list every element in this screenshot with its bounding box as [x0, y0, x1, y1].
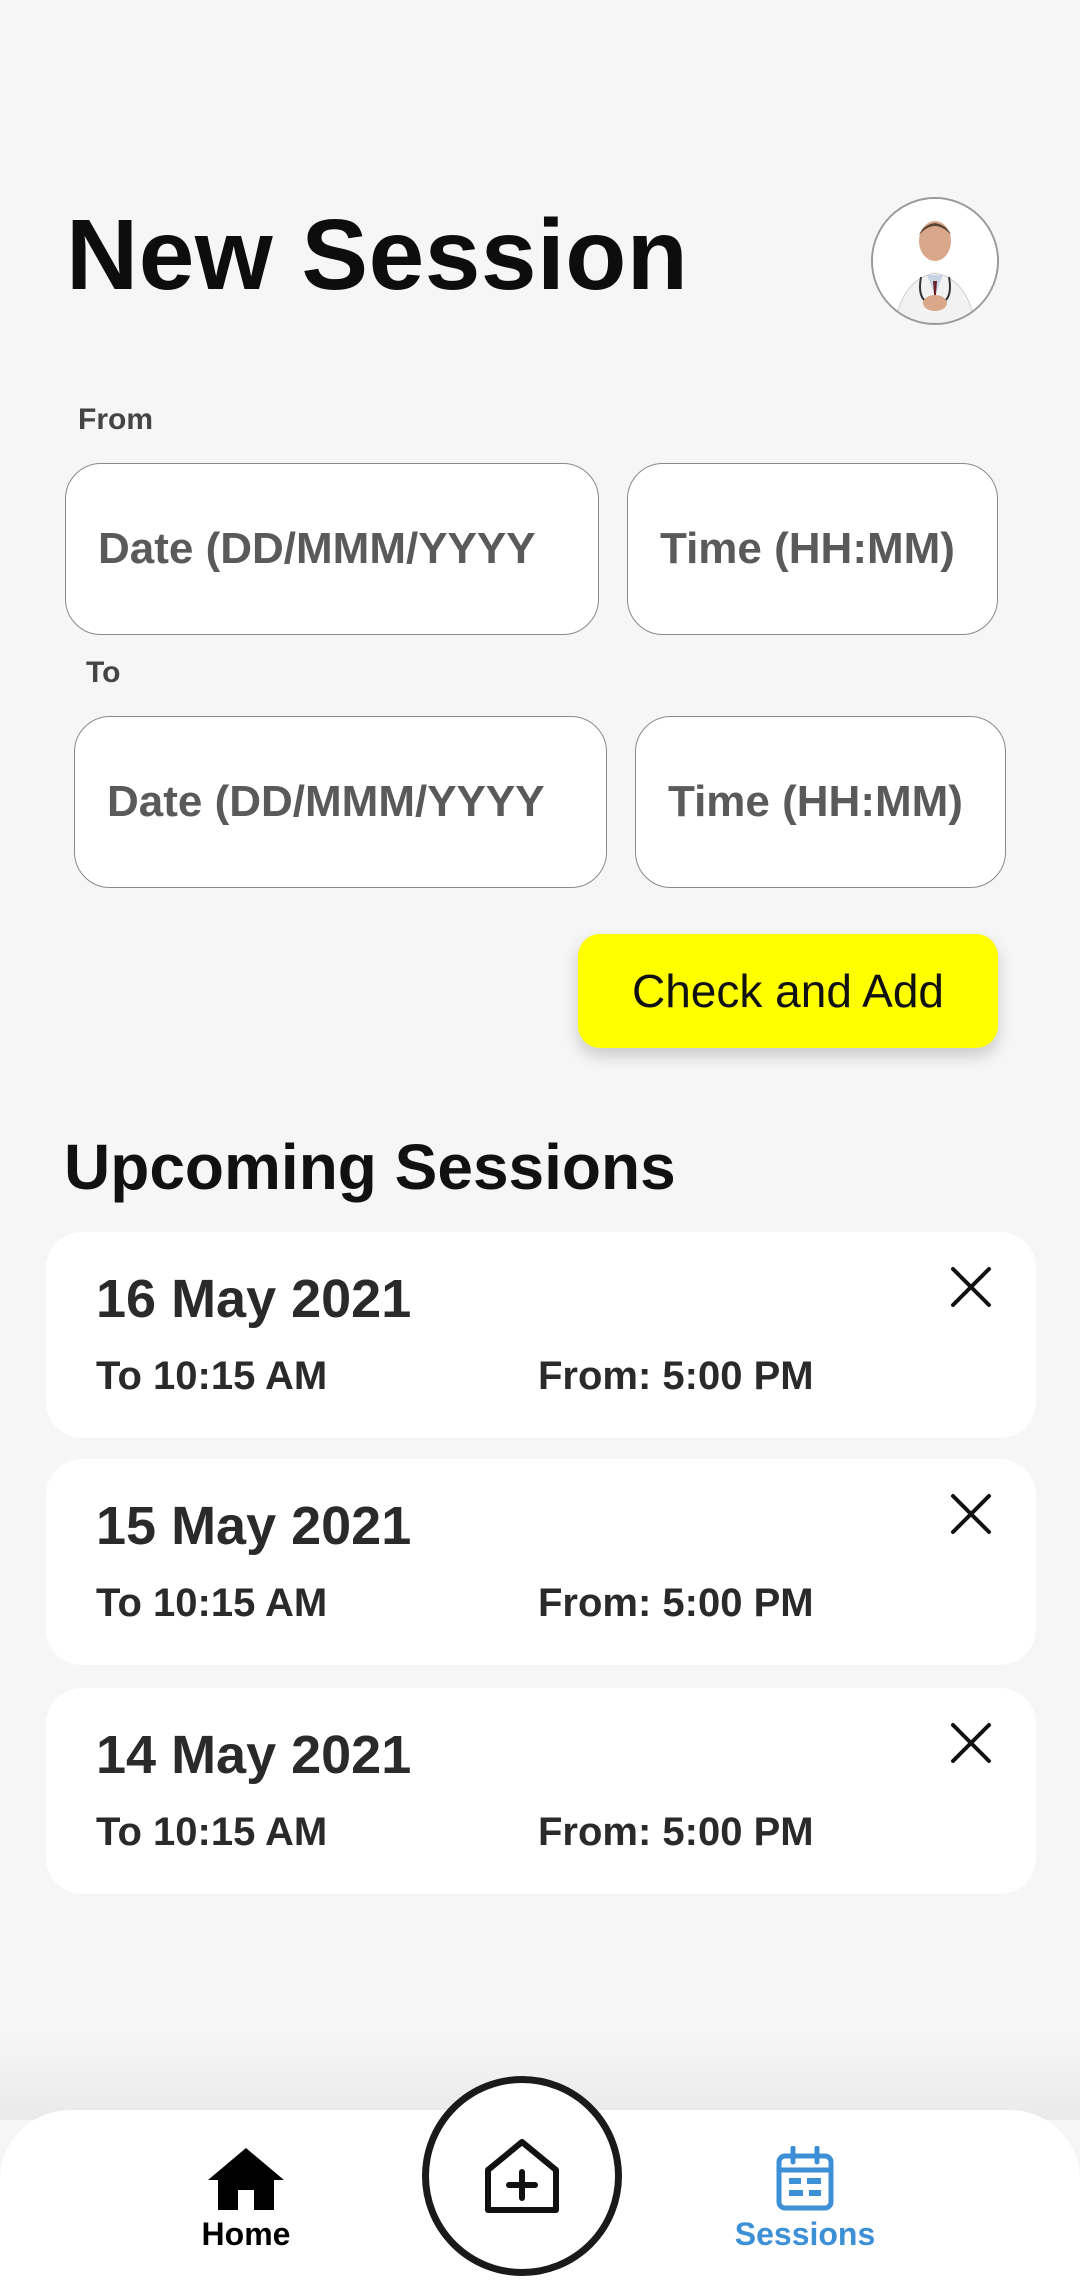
- delete-session-button[interactable]: [936, 1252, 1006, 1322]
- home-icon: [208, 2148, 284, 2210]
- to-label: To: [86, 656, 121, 689]
- delete-session-button[interactable]: [936, 1708, 1006, 1778]
- calendar-icon: [776, 2146, 834, 2211]
- from-date-input[interactable]: [66, 524, 598, 574]
- to-time-field[interactable]: [635, 716, 1006, 888]
- to-date-field[interactable]: [74, 716, 607, 888]
- delete-session-button[interactable]: [936, 1479, 1006, 1549]
- close-icon: [951, 1494, 991, 1534]
- nav-sessions-label: Sessions: [734, 2216, 876, 2252]
- from-date-field[interactable]: [65, 463, 599, 635]
- session-to-time: To 10:15 AM: [96, 1581, 328, 1625]
- session-from-time: From: 5:00 PM: [538, 1581, 814, 1625]
- session-card: 15 May 2021 To 10:15 AM From: 5:00 PM: [46, 1459, 1036, 1665]
- from-time-field[interactable]: [627, 463, 998, 635]
- session-from-time: From: 5:00 PM: [538, 1354, 814, 1398]
- profile-avatar[interactable]: [871, 197, 999, 325]
- doctor-avatar-icon: [873, 199, 997, 323]
- add-hospital-icon: [485, 2139, 559, 2213]
- session-from-time: From: 5:00 PM: [538, 1810, 814, 1854]
- session-date: 14 May 2021: [96, 1725, 412, 1785]
- close-icon: [951, 1723, 991, 1763]
- nav-home[interactable]: Home: [196, 2146, 296, 2253]
- session-to-time: To 10:15 AM: [96, 1810, 328, 1854]
- session-to-time: To 10:15 AM: [96, 1354, 328, 1398]
- check-and-add-button[interactable]: Check and Add: [578, 934, 998, 1048]
- to-time-input[interactable]: [636, 777, 1005, 827]
- close-icon: [951, 1267, 991, 1307]
- nav-sessions[interactable]: Sessions: [735, 2146, 875, 2253]
- session-card: 14 May 2021 To 10:15 AM From: 5:00 PM: [46, 1688, 1036, 1894]
- session-card: 16 May 2021 To 10:15 AM From: 5:00 PM: [46, 1232, 1036, 1438]
- add-center-button[interactable]: [422, 2076, 622, 2276]
- nav-home-label: Home: [201, 2216, 291, 2252]
- from-label: From: [78, 403, 153, 436]
- page-title: New Session: [66, 199, 689, 311]
- session-date: 16 May 2021: [96, 1269, 412, 1329]
- upcoming-sessions-title: Upcoming Sessions: [64, 1131, 676, 1203]
- to-date-input[interactable]: [75, 777, 606, 827]
- from-time-input[interactable]: [628, 524, 997, 574]
- session-date: 15 May 2021: [96, 1496, 412, 1556]
